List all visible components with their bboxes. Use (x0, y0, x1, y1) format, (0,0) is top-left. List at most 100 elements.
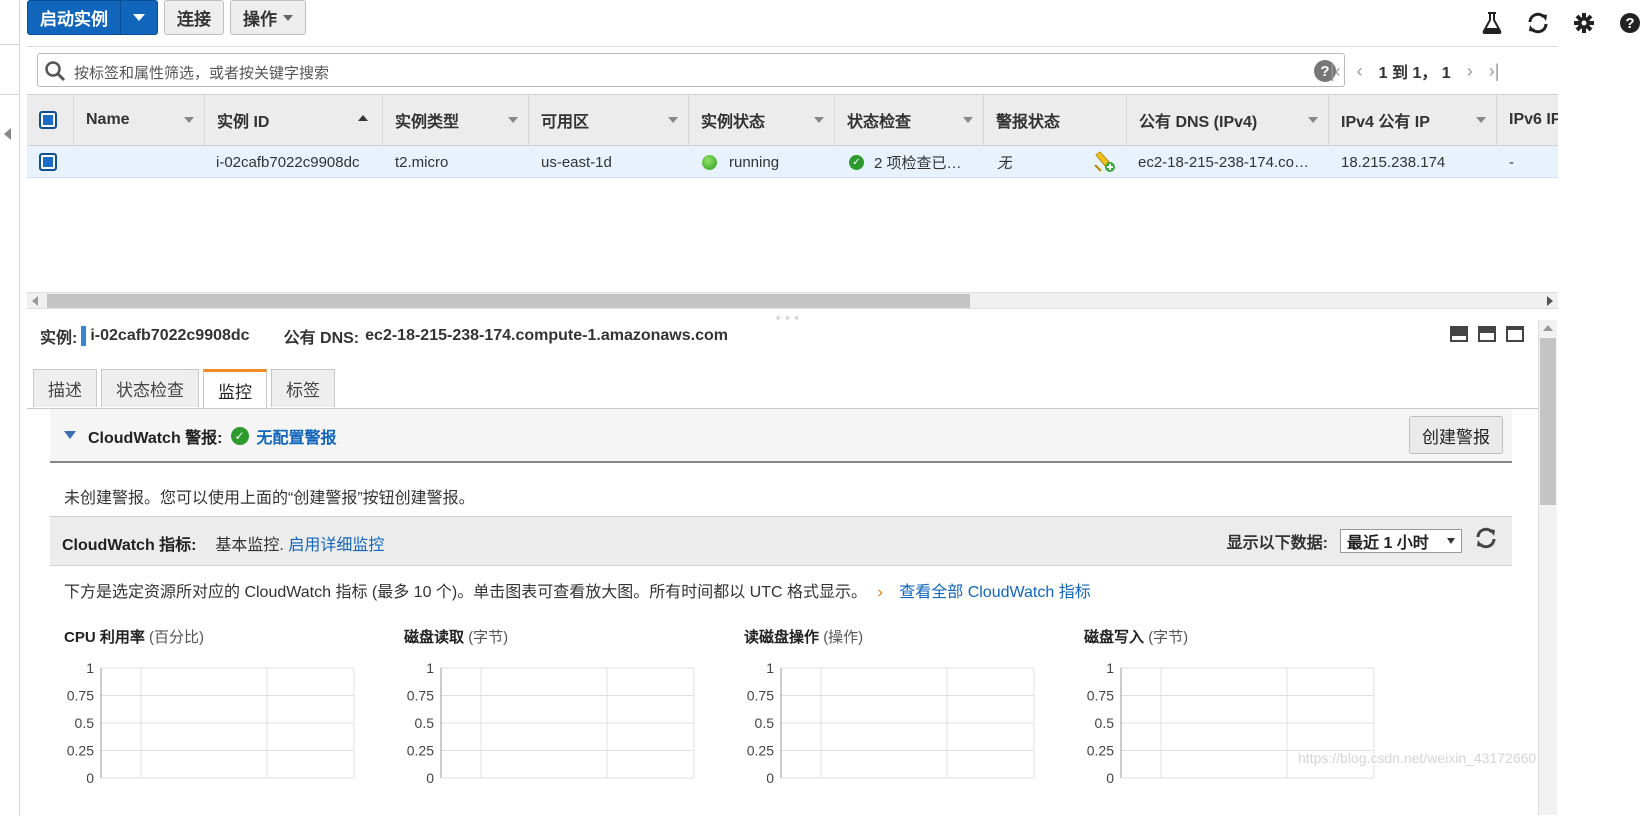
chart-title-text: 读磁盘操作 (744, 629, 820, 646)
y-tick-label: 0.5 (75, 715, 95, 731)
vertical-scrollbar[interactable] (1538, 320, 1557, 815)
left-nav-strip (0, 0, 20, 815)
sort-asc-icon[interactable] (358, 115, 368, 121)
sort-icon[interactable] (1476, 117, 1486, 123)
chart-unit: (字节) (1148, 629, 1189, 646)
chart-disk-write[interactable]: 磁盘写入 (字节) 1 0.75 0.5 0.25 0 (1084, 626, 1384, 815)
launch-instance-label[interactable]: 启动实例 (28, 1, 121, 34)
col-ipv6[interactable]: IPv6 IP (1497, 95, 1558, 145)
chart-title-text: CPU 利用率 (64, 629, 145, 646)
chart-title-text: 磁盘读取 (404, 629, 465, 646)
metrics-info-text: 下方是选定资源所对应的 CloudWatch 指标 (最多 10 个)。单击图表… (64, 584, 868, 601)
first-page-icon[interactable]: |‹ (1330, 61, 1341, 82)
cell-status-check-text: 2 项检查已… (874, 154, 962, 172)
check-ok-icon: ✓ (849, 154, 864, 170)
launch-dropdown-button[interactable] (121, 1, 157, 34)
collapse-toggle-icon[interactable] (64, 431, 76, 439)
chart-title: 读磁盘操作 (操作) (744, 626, 863, 647)
connect-button[interactable]: 连接 (164, 0, 224, 35)
sort-icon[interactable] (1308, 117, 1318, 123)
last-page-icon[interactable]: ›| (1489, 61, 1500, 82)
search-input[interactable]: 按标签和属性筛选，或者按关键字搜索 ? (37, 53, 1345, 87)
scrollbar-thumb[interactable] (47, 294, 970, 308)
col-dns[interactable]: 公有 DNS (IPv4) (1127, 95, 1329, 145)
scroll-left-icon[interactable] (32, 296, 38, 306)
y-tick-label: 0.25 (407, 743, 434, 759)
gear-icon[interactable] (1571, 10, 1597, 36)
panel-large-icon[interactable] (1450, 326, 1468, 342)
y-tick-label: 0 (766, 770, 774, 786)
create-alarm-button[interactable]: 创建警报 (1409, 416, 1503, 454)
cell-dns: ec2-18-215-238-174.co… (1138, 153, 1309, 171)
col-ipv4[interactable]: IPv4 公有 IP (1329, 95, 1497, 145)
sort-icon[interactable] (814, 117, 824, 123)
scroll-right-icon[interactable] (1547, 296, 1553, 306)
no-alarm-link[interactable]: 无配置警报 (257, 424, 337, 448)
col-name[interactable]: Name (74, 95, 205, 145)
view-all-metrics-link[interactable]: 查看全部 CloudWatch 指标 (899, 584, 1090, 601)
time-range-select[interactable]: 最近 1 小时 (1340, 528, 1462, 553)
flask-icon[interactable] (1479, 10, 1505, 36)
sort-icon[interactable] (508, 117, 518, 123)
panel-small-icon[interactable] (1506, 326, 1524, 342)
dns-label: 公有 DNS: (283, 330, 360, 347)
chevron-down-icon (1447, 537, 1455, 544)
y-tick-label: 0.25 (747, 743, 774, 759)
tab-monitoring[interactable]: 监控 (203, 369, 267, 409)
chart-disk-read[interactable]: 磁盘读取 (字节) 1 0.75 0.5 0.25 0 (404, 626, 704, 815)
add-alarm-icon[interactable] (1093, 146, 1117, 178)
chart-cpu[interactable]: CPU 利用率 (百分比) 1 0.75 0.5 0.25 0 (64, 626, 364, 815)
tab-status-checks[interactable]: 状态检查 (101, 369, 199, 407)
svg-text:?: ? (1625, 15, 1634, 32)
col-alarm[interactable]: 警报状态 (984, 95, 1127, 145)
col-instance-id[interactable]: 实例 ID (205, 95, 383, 145)
col-zone[interactable]: 可用区 (529, 95, 689, 145)
horizontal-scrollbar[interactable] (27, 292, 1558, 309)
col-ipv6-label: IPv6 IP (1509, 111, 1558, 128)
scrollbar-thumb[interactable] (1540, 338, 1556, 505)
cell-type: t2.micro (395, 153, 449, 171)
chart-plot: 1 0.75 0.5 0.25 0 (67, 660, 355, 786)
actions-button[interactable]: 操作 (230, 0, 306, 35)
select-all-checkbox-cell[interactable] (27, 95, 74, 145)
row-checkbox[interactable] (39, 146, 57, 178)
sort-icon[interactable] (963, 117, 973, 123)
table-row[interactable]: i-02cafb7022c9908dc t2.micro us-east-1d … (27, 146, 1558, 178)
tab-description[interactable]: 描述 (33, 369, 97, 407)
scroll-up-icon[interactable] (1543, 325, 1553, 331)
tab-tags[interactable]: 标签 (271, 369, 335, 407)
chart-disk-read-ops[interactable]: 读磁盘操作 (操作) 1 0.75 0.5 0.25 0 (744, 626, 1044, 815)
help-icon[interactable]: ? (1617, 10, 1643, 36)
collapse-nav-icon[interactable] (4, 128, 11, 140)
panel-medium-icon[interactable] (1478, 326, 1496, 342)
toolbar: 启动实例 连接 操作 ? (27, 0, 1643, 44)
col-status-check[interactable]: 状态检查 (835, 95, 984, 145)
running-status-icon (702, 154, 717, 170)
next-page-icon[interactable]: › (1467, 61, 1473, 82)
refresh-icon[interactable] (1474, 527, 1498, 554)
sort-icon[interactable] (668, 117, 678, 123)
col-state[interactable]: 实例状态 (689, 95, 835, 145)
prev-page-icon[interactable]: ‹ (1357, 61, 1363, 82)
actions-label: 操作 (243, 10, 277, 29)
page-indicator: 1 到 1， 1 (1378, 65, 1451, 82)
refresh-icon[interactable] (1525, 10, 1551, 36)
chart-unit: (百分比) (149, 629, 205, 646)
row-checkbox-box[interactable] (39, 153, 57, 171)
basic-monitoring: 基本监控. (215, 537, 284, 554)
launch-instance-button[interactable]: 启动实例 (27, 0, 158, 35)
y-tick-label: 0.5 (755, 715, 775, 731)
select-all-checkbox[interactable] (39, 111, 57, 129)
col-instance-type[interactable]: 实例类型 (383, 95, 529, 145)
sort-icon[interactable] (184, 117, 194, 123)
connect-label: 连接 (177, 10, 211, 29)
y-tick-label: 1 (426, 660, 434, 676)
filter-row: 按标签和属性筛选，或者按关键字搜索 ? |‹ ‹ 1 到 1， 1 › ›| (27, 46, 1558, 92)
col-zone-label: 可用区 (541, 114, 590, 131)
cell-state: running (702, 146, 779, 178)
enable-detailed-monitoring-link[interactable]: 启用详细监控 (288, 537, 384, 554)
y-tick-label: 1 (766, 660, 774, 676)
y-tick-label: 0 (426, 770, 434, 786)
resize-handle[interactable]: ∘∘∘ (775, 313, 803, 324)
y-tick-label: 0.5 (1095, 715, 1115, 731)
